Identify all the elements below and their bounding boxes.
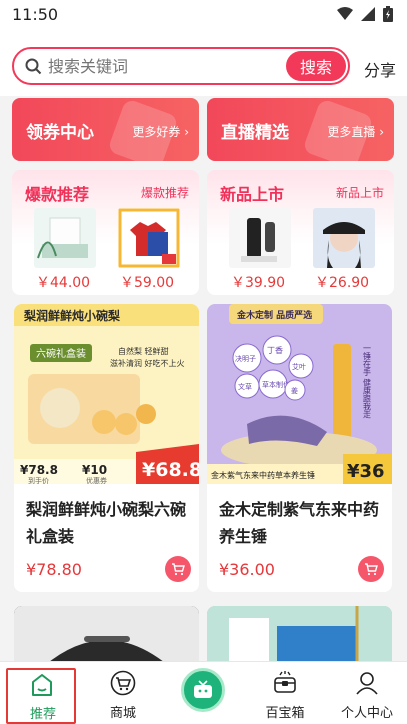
home-icon xyxy=(32,674,52,696)
search-icon xyxy=(25,58,42,75)
svg-text:到手价: 到手价 xyxy=(28,476,49,484)
product-card-partial[interactable] xyxy=(207,606,392,666)
nav-mall[interactable]: 商城 xyxy=(88,666,158,722)
product-thumbnail[interactable] xyxy=(118,208,180,268)
svg-text:¥68.8: ¥68.8 xyxy=(142,459,199,481)
svg-text:金木定制 品质严选: 金木定制 品质严选 xyxy=(236,309,312,321)
product-price: ￥39.90 xyxy=(231,275,286,291)
svg-text:优惠券: 优惠券 xyxy=(86,476,107,484)
product-title[interactable]: 梨润鲜鲜炖小碗梨六碗礼盒装 xyxy=(26,496,190,550)
wifi-icon xyxy=(337,7,353,20)
panel-subtitle[interactable]: 新品上市 xyxy=(336,184,384,201)
share-button[interactable]: 分享 xyxy=(364,57,396,81)
live-picks-tile[interactable]: 直播精选 更多直播 › xyxy=(207,98,394,161)
product-price: ￥26.90 xyxy=(315,275,370,291)
hot-recommend-panel[interactable]: 爆款推荐 爆款推荐 ￥44.00 ￥59.00 xyxy=(12,170,199,295)
product-card[interactable]: 金木定制 品质严选 决明子 丁香 艾叶 文草 草本制作 姜 一锤在手 健康跟我走… xyxy=(207,304,392,592)
nav-treasure-box[interactable]: 百宝箱 xyxy=(250,666,320,722)
cart-icon xyxy=(110,670,136,696)
svg-text:自然梨 轻鲜甜: 自然梨 轻鲜甜 xyxy=(118,346,169,356)
cart-icon xyxy=(365,563,378,576)
status-icons xyxy=(337,6,393,22)
product-thumbnail[interactable] xyxy=(229,208,291,268)
tv-icon xyxy=(194,680,212,698)
product-card[interactable]: 梨润鲜鲜炖小碗梨 六碗礼盒装 自然梨 轻鲜甜 滋补清润 好吃不上火 ¥78.8 … xyxy=(14,304,199,592)
panel-title: 新品上市 xyxy=(220,185,285,204)
svg-text:文草: 文草 xyxy=(238,382,252,391)
signal-icon xyxy=(361,7,375,21)
add-to-cart-button[interactable] xyxy=(165,556,191,582)
treasure-box-icon xyxy=(274,671,296,693)
promo-more-link[interactable]: 更多直播 › xyxy=(327,123,384,140)
promo-more-link[interactable]: 更多好券 › xyxy=(132,123,189,140)
user-icon xyxy=(356,672,378,695)
live-tv-button[interactable] xyxy=(181,668,225,712)
panel-title: 爆款推荐 xyxy=(25,185,90,204)
svg-text:¥78.8: ¥78.8 xyxy=(20,463,58,477)
nav-label: 商城 xyxy=(109,706,136,721)
status-time: 11:50 xyxy=(12,5,59,24)
svg-text:决明子: 决明子 xyxy=(235,354,256,363)
promo-title: 领券中心 xyxy=(26,123,94,143)
nav-label: 百宝箱 xyxy=(265,706,305,721)
product-title[interactable]: 金木定制紫气东来中药养生锤 xyxy=(219,496,383,550)
nav-label: 推荐 xyxy=(29,707,56,722)
cart-icon xyxy=(172,563,185,576)
new-arrivals-panel[interactable]: 新品上市 新品上市 ￥39.90 ￥26.90 xyxy=(207,170,394,295)
nav-recommend[interactable]: 推荐 xyxy=(6,668,76,724)
svg-text:滋补清润 好吃不上火: 滋补清润 好吃不上火 xyxy=(110,358,185,368)
product-price: ¥36.00 xyxy=(219,560,275,579)
svg-text:¥36: ¥36 xyxy=(347,461,385,482)
search-input[interactable] xyxy=(48,55,278,77)
status-bar: 11:50 xyxy=(0,0,407,30)
svg-text:丁香: 丁香 xyxy=(267,345,283,355)
svg-text:金木紫气东来中药草本养生锤: 金木紫气东来中药草本养生锤 xyxy=(211,470,315,480)
battery-icon xyxy=(383,6,393,22)
svg-text:¥10: ¥10 xyxy=(82,463,107,477)
svg-text:一锤在手 健康跟我走: 一锤在手 健康跟我走 xyxy=(363,344,372,420)
nav-label: 个人中心 xyxy=(340,706,393,721)
product-thumbnail[interactable] xyxy=(313,208,375,268)
svg-text:艾叶: 艾叶 xyxy=(292,362,306,371)
search-box[interactable]: 搜索 xyxy=(12,47,350,85)
coupon-center-tile[interactable]: 领券中心 更多好券 › xyxy=(12,98,199,161)
search-button[interactable]: 搜索 xyxy=(286,51,346,81)
product-card-partial[interactable] xyxy=(14,606,199,666)
product-image[interactable]: 梨润鲜鲜炖小碗梨 六碗礼盒装 自然梨 轻鲜甜 滋补清润 好吃不上火 ¥78.8 … xyxy=(14,304,199,484)
product-price: ¥78.80 xyxy=(26,560,82,579)
product-price: ￥59.00 xyxy=(120,275,175,291)
search-header: 搜索 分享 xyxy=(0,30,407,96)
panel-subtitle[interactable]: 爆款推荐 xyxy=(141,184,189,201)
svg-text:六碗礼盒装: 六碗礼盒装 xyxy=(36,347,86,360)
add-to-cart-button[interactable] xyxy=(358,556,384,582)
promo-title: 直播精选 xyxy=(221,123,289,143)
product-image[interactable]: 金木定制 品质严选 决明子 丁香 艾叶 文草 草本制作 姜 一锤在手 健康跟我走… xyxy=(207,304,392,484)
product-thumbnail[interactable] xyxy=(34,208,96,268)
nav-personal-center[interactable]: 个人中心 xyxy=(332,666,402,722)
image-banner-text: 梨润鲜鲜炖小碗梨 xyxy=(23,308,120,323)
svg-text:姜: 姜 xyxy=(291,386,298,395)
product-price: ￥44.00 xyxy=(36,275,91,291)
